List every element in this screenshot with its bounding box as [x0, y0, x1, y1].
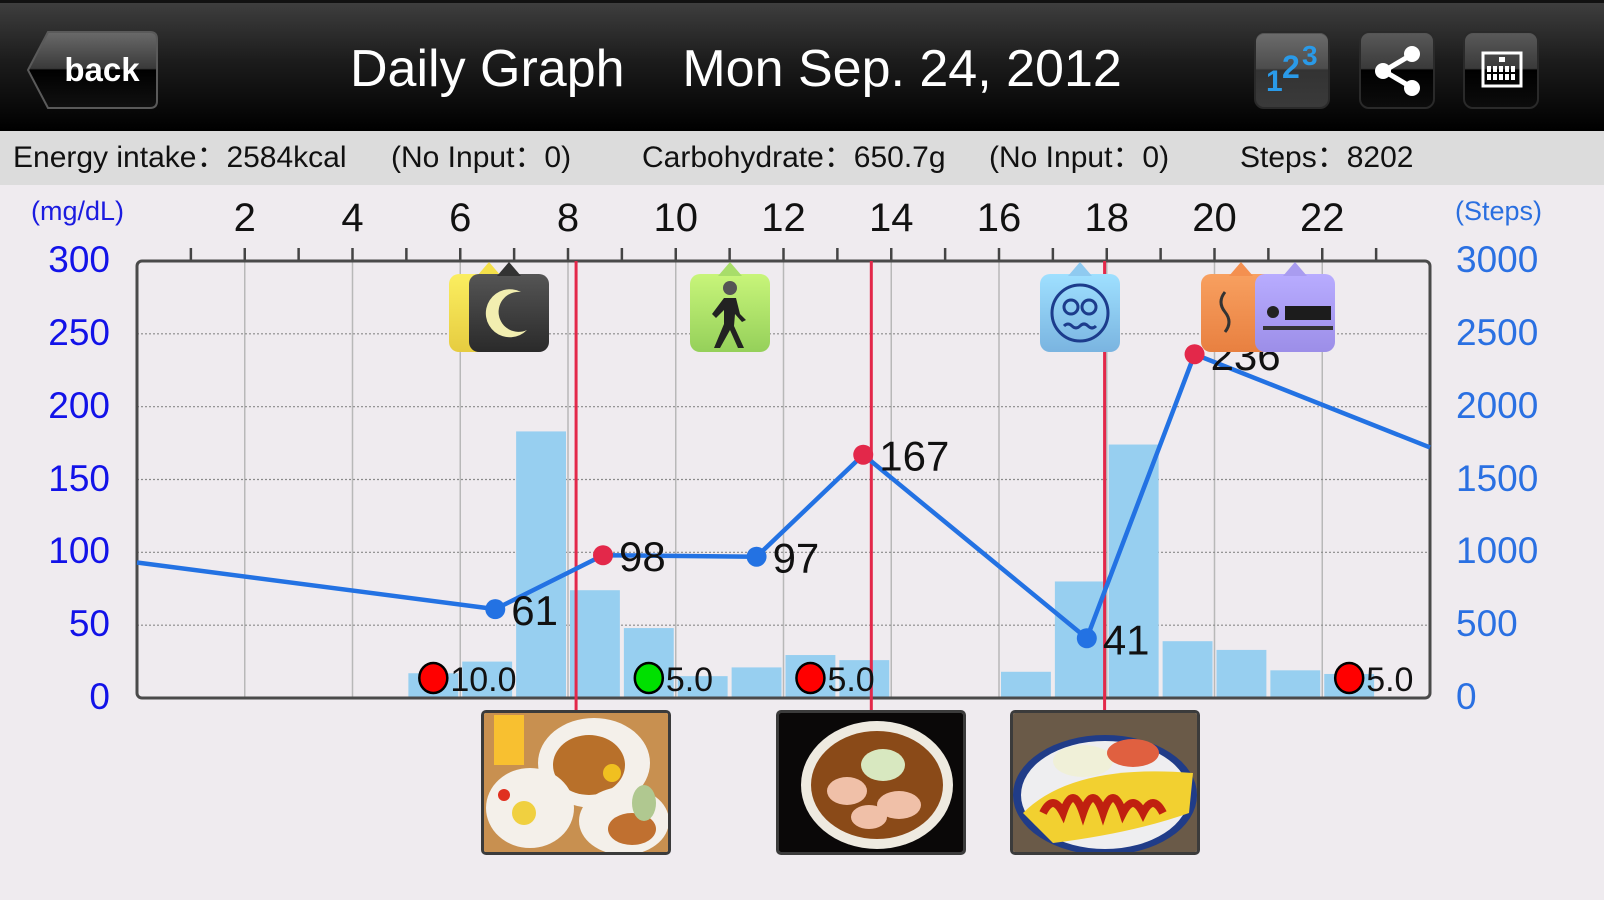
glucose-value-label: 61	[511, 587, 558, 634]
steps-bar	[1162, 641, 1213, 698]
glucose-value-label: 167	[879, 433, 949, 480]
steps-bar	[516, 431, 566, 698]
glucose-point	[593, 545, 614, 566]
glucose-point	[485, 599, 506, 620]
insulin-marker	[1333, 661, 1365, 695]
icon-pointer	[1283, 262, 1308, 276]
steps-bar	[1216, 649, 1267, 698]
insulin-value-label: 5.0	[827, 661, 874, 699]
sleep-moon-icon[interactable]	[469, 262, 550, 352]
glucose-value-label: 97	[773, 535, 820, 582]
steps-bar	[731, 667, 782, 698]
walking-person-icon[interactable]	[689, 262, 770, 352]
icon-pointer	[717, 262, 742, 276]
glucose-value-label: 41	[1103, 616, 1150, 663]
insulin-value-label: 5.0	[666, 661, 713, 699]
insulin-value-label: 5.0	[1366, 661, 1413, 699]
insulin-marker	[795, 661, 826, 695]
breakfast-photo[interactable]	[481, 710, 672, 855]
card-icon[interactable]	[1255, 262, 1336, 352]
glucose-point	[1076, 628, 1097, 649]
steps-bar	[1270, 670, 1321, 698]
ramen-photo[interactable]	[776, 710, 967, 855]
icon-pointer	[1229, 262, 1254, 276]
glucose-point	[746, 546, 767, 567]
icon-pointer	[1067, 262, 1092, 276]
omurice-photo[interactable]	[1009, 710, 1200, 855]
glucose-point	[853, 444, 874, 465]
worried-face-icon[interactable]	[1039, 262, 1120, 352]
insulin-value-label: 10.0	[450, 661, 516, 699]
insulin-marker	[633, 661, 665, 695]
insulin-marker	[418, 661, 449, 695]
glucose-value-label: 98	[619, 533, 666, 580]
steps-bar	[1001, 671, 1051, 698]
icon-pointer	[497, 262, 522, 276]
